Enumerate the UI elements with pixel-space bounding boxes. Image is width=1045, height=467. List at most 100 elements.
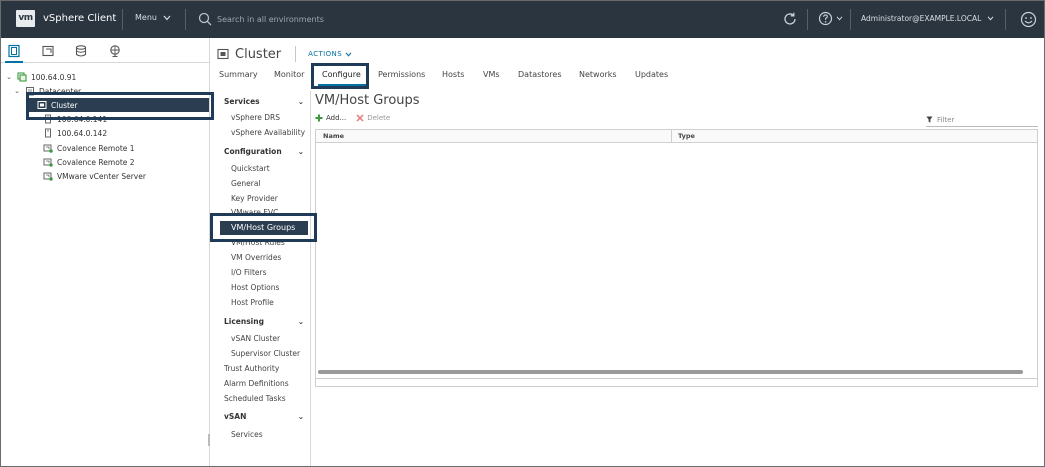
chevron-down-icon[interactable]: ⌄ — [13, 87, 21, 95]
subnav-vmware-evc[interactable]: VMware EVC — [231, 208, 278, 217]
cluster-icon — [217, 48, 229, 60]
section-vsan[interactable]: vSAN ⌄ — [224, 412, 304, 421]
tab-summary[interactable]: Summary — [219, 70, 258, 79]
actions-button[interactable]: ACTIONS — [308, 50, 352, 58]
tree-item-vcenter[interactable]: ⌄ 100.64.0.91 — [5, 70, 76, 84]
tree-item-vm[interactable]: Covalence Remote 2 — [43, 155, 135, 169]
chevron-down-icon — [163, 15, 171, 20]
refresh-icon[interactable] — [782, 11, 798, 27]
tab-networks[interactable]: Networks — [579, 70, 617, 79]
section-label: Configuration — [224, 147, 282, 156]
vm-logo: vm — [16, 10, 35, 27]
tab-permissions[interactable]: Permissions — [378, 70, 425, 79]
help-icon — [818, 11, 833, 26]
subnav-host-options[interactable]: Host Options — [231, 283, 279, 292]
storage-icon[interactable] — [74, 44, 88, 58]
chevron-down-icon[interactable]: ⌄ — [5, 73, 13, 81]
tree-item-host[interactable]: 100.64.0.142 — [43, 126, 107, 140]
tree-item-vm[interactable]: Covalence Remote 1 — [43, 141, 135, 155]
subnav-vsan-services[interactable]: Services — [231, 430, 263, 439]
subnav-supervisor-cluster[interactable]: Supervisor Cluster — [231, 349, 300, 358]
networking-icon[interactable] — [108, 44, 122, 58]
horizontal-scrollbar[interactable] — [318, 370, 1023, 374]
subnav-vm-host-groups[interactable]: VM/Host Groups — [220, 221, 308, 235]
delete-button[interactable]: Delete — [356, 114, 390, 122]
subnav-scheduled-tasks[interactable]: Scheduled Tasks — [224, 394, 286, 403]
tab-updates[interactable]: Updates — [635, 70, 668, 79]
help-menu[interactable] — [818, 11, 843, 26]
active-tab-indicator — [318, 84, 368, 86]
subnav-alarm-definitions[interactable]: Alarm Definitions — [224, 379, 289, 388]
vm-host-groups-panel: VM/Host Groups Add... Delete Name — [315, 91, 1042, 466]
subnav-trust-authority[interactable]: Trust Authority — [224, 364, 279, 373]
subnav-vsphere-availability[interactable]: vSphere Availability — [231, 128, 305, 137]
section-label: Licensing — [224, 317, 264, 326]
subnav-vsphere-drs[interactable]: vSphere DRS — [231, 113, 280, 122]
menu-button[interactable]: Menu — [135, 13, 171, 22]
chevron-down-icon: ⌄ — [297, 317, 304, 326]
filter-input[interactable] — [937, 115, 1032, 124]
vm-icon — [43, 144, 53, 153]
tree-item-label: 100.64.0.142 — [57, 128, 108, 138]
section-services[interactable]: Services ⌄ — [224, 97, 304, 106]
user-menu[interactable]: Administrator@EXAMPLE.LOCAL — [861, 14, 994, 23]
filter-icon — [926, 116, 933, 123]
header-divider — [295, 46, 297, 62]
grid-header: Name Type — [316, 130, 1037, 143]
tab-configure[interactable]: Configure — [322, 70, 361, 79]
column-header-name[interactable]: Name — [323, 132, 344, 140]
inventory-view-tabs — [1, 38, 210, 63]
tab-hosts[interactable]: Hosts — [442, 70, 464, 79]
vm-icon — [43, 172, 53, 181]
tab-monitor[interactable]: Monitor — [274, 70, 304, 79]
host-icon — [45, 114, 51, 124]
subnav-vsan-cluster[interactable]: vSAN Cluster — [231, 334, 280, 343]
section-label: vSAN — [224, 412, 247, 421]
header-divider — [850, 9, 851, 30]
search-input[interactable] — [217, 11, 617, 27]
chevron-down-icon — [987, 16, 994, 21]
tree-item-vm[interactable]: VMware vCenter Server — [43, 169, 146, 183]
subnav-general[interactable]: General — [231, 179, 261, 188]
subnav-io-filters[interactable]: I/O Filters — [231, 268, 267, 277]
object-view: Cluster ACTIONS Summary Monitor Configur… — [211, 38, 1044, 466]
subnav-key-provider[interactable]: Key Provider — [231, 194, 278, 203]
subnav-vm-host-rules[interactable]: VM/Host Rules — [231, 238, 285, 247]
vm-icon — [43, 158, 53, 167]
section-configuration[interactable]: Configuration ⌄ — [224, 147, 304, 156]
section-licensing[interactable]: Licensing ⌄ — [224, 317, 304, 326]
tree-item-datacenter[interactable]: ⌄ Datacenter — [13, 84, 81, 98]
column-resize-handle[interactable] — [671, 130, 672, 143]
subnav-host-profile[interactable]: Host Profile — [231, 298, 274, 307]
object-header: Cluster ACTIONS — [217, 46, 352, 62]
tree-item-cluster[interactable]: Cluster — [27, 98, 209, 112]
add-button[interactable]: Add... — [315, 114, 346, 122]
hosts-clusters-icon[interactable] — [7, 44, 21, 58]
tree-item-host[interactable]: 100.64.0.141 — [43, 112, 107, 126]
grid-toolbar: Add... Delete — [315, 114, 390, 122]
tab-datastores[interactable]: Datastores — [518, 70, 562, 79]
subnav-vm-overrides[interactable]: VM Overrides — [231, 253, 281, 262]
groups-grid: Name Type — [315, 129, 1038, 387]
tree-item-label: 100.64.0.141 — [57, 114, 108, 124]
delete-label: Delete — [367, 114, 391, 122]
column-header-type[interactable]: Type — [678, 132, 695, 140]
tab-vms[interactable]: VMs — [483, 70, 500, 79]
plus-icon — [315, 114, 323, 122]
tree-item-label: Datacenter — [39, 86, 82, 96]
add-label: Add... — [326, 114, 347, 122]
host-icon — [45, 128, 51, 138]
chevron-down-icon — [345, 51, 352, 57]
chevron-down-icon: ⌄ — [297, 97, 304, 106]
vsphere-client-window: vm vSphere Client Menu Administrator@EXA… — [0, 0, 1045, 467]
search-icon — [198, 12, 212, 26]
subnav-quickstart[interactable]: Quickstart — [231, 164, 270, 173]
tree-item-label: Covalence Remote 2 — [57, 157, 135, 167]
tree-item-label: Cluster — [51, 100, 78, 110]
vms-templates-icon[interactable] — [41, 44, 55, 58]
chevron-down-icon: ⌄ — [297, 412, 304, 421]
object-tabs: Summary Monitor Configure Permissions Ho… — [211, 66, 1044, 86]
feedback-smiley-icon[interactable] — [1020, 11, 1037, 28]
pane-resize-handle[interactable] — [208, 434, 210, 446]
object-title: Cluster — [235, 46, 282, 62]
